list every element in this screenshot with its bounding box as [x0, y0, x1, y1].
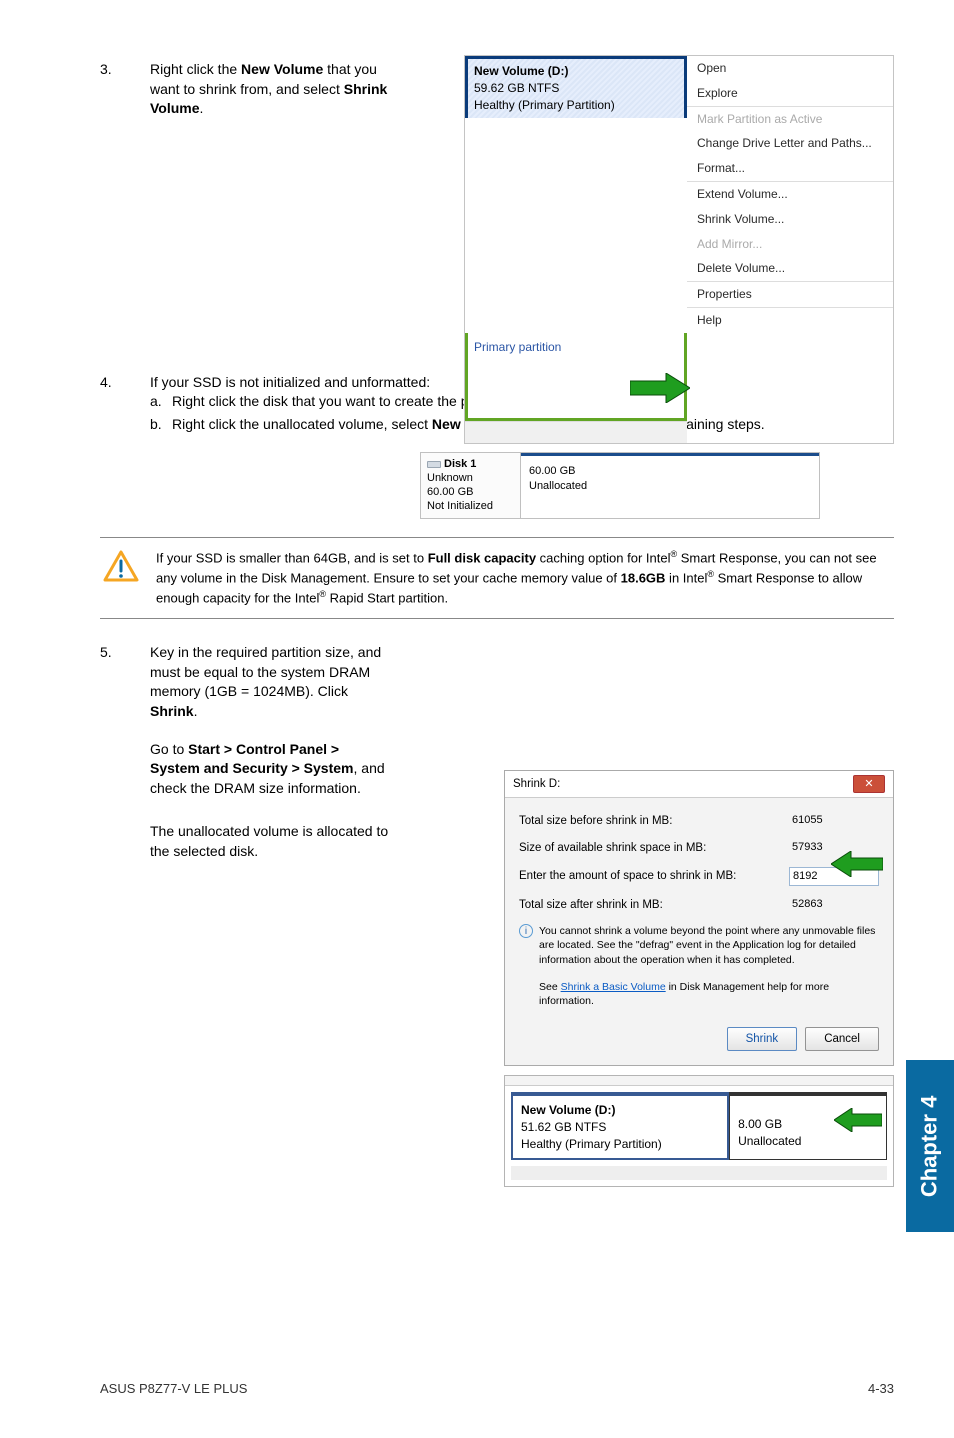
value-total-before: 61055 [789, 812, 879, 829]
menu-extend-volume[interactable]: Extend Volume... [687, 182, 893, 207]
volume-status: Healthy (Primary Partition) [474, 97, 678, 114]
text-bold: Shrink [150, 703, 194, 719]
volume-size: 51.62 GB NTFS [521, 1119, 719, 1136]
chapter-tab: Chapter 4 [906, 1060, 954, 1232]
volume-title: New Volume (D:) [474, 63, 678, 80]
text: . [194, 703, 198, 719]
step4a-letter: a. [150, 392, 172, 412]
text: Rapid Start partition. [326, 590, 448, 605]
unallocated-label: Unallocated [738, 1133, 878, 1150]
text: Go to [150, 741, 188, 757]
warning-text: If your SSD is smaller than 64GB, and is… [156, 548, 892, 609]
volume-title: New Volume (D:) [521, 1102, 719, 1119]
bottom-bar [511, 1166, 887, 1180]
text: . [200, 100, 204, 116]
menu-delete-volume[interactable]: Delete Volume... [687, 256, 893, 281]
bottom-bar [465, 421, 687, 443]
unallocated-tile[interactable]: 8.00 GB Unallocated [729, 1092, 887, 1160]
info-link-line: See Shrink a Basic Volume in Disk Manage… [539, 980, 879, 1009]
disk1-size: 60.00 GB [427, 485, 514, 499]
text: in Intel [665, 570, 707, 585]
disk1-vol-size: 60.00 GB [529, 464, 811, 479]
step5-p1: Key in the required partition size, and … [150, 643, 390, 721]
step5-number: 5. [100, 643, 150, 663]
menu-mark-active: Mark Partition as Active [687, 107, 893, 132]
screenshot-context-menu: New Volume (D:) 59.62 GB NTFS Healthy (P… [464, 55, 894, 444]
menu-explore[interactable]: Explore [687, 81, 893, 106]
context-menu: Open Explore Mark Partition as Active Ch… [687, 56, 893, 333]
text: See [539, 981, 561, 993]
text: Key in the required partition size, and … [150, 644, 381, 699]
text: Right click the unallocated volume, sele… [172, 416, 432, 432]
footer-model: ASUS P8Z77-V LE PLUS [100, 1380, 247, 1398]
close-button[interactable]: ✕ [853, 775, 885, 793]
volume-size: 59.62 GB NTFS [474, 80, 678, 97]
menu-add-mirror: Add Mirror... [687, 232, 893, 257]
text: If your SSD is smaller than 64GB, and is… [156, 550, 428, 565]
screenshot-result-volumes: New Volume (D:) 51.62 GB NTFS Healthy (P… [504, 1075, 894, 1187]
text: Right click the [150, 61, 241, 77]
arrow-right-icon [630, 373, 690, 403]
disk-icon [427, 458, 441, 470]
screenshot-disk1: Disk 1 Unknown 60.00 GB Not Initialized … [420, 452, 820, 519]
shrink-button[interactable]: Shrink [727, 1027, 798, 1051]
menu-change-drive-letter[interactable]: Change Drive Letter and Paths... [687, 131, 893, 156]
chapter-label: Chapter 4 [915, 1095, 946, 1196]
menu-properties[interactable]: Properties [687, 282, 893, 307]
label-shrink-amount: Enter the amount of space to shrink in M… [519, 868, 736, 884]
step4b-letter: b. [150, 415, 172, 435]
screenshot-shrink-dialog: Shrink D: ✕ Total size before shrink in … [504, 770, 894, 1066]
arrow-left-icon [834, 1108, 882, 1132]
arrow-left-icon [831, 851, 883, 877]
disk1-initialized: Not Initialized [427, 499, 514, 513]
step5-p2: Go to Start > Control Panel > System and… [150, 740, 390, 799]
registered-mark: ® [319, 589, 326, 599]
text-bold: Full disk capacity [428, 550, 536, 565]
disk1-vol-status: Unallocated [529, 479, 811, 494]
info-icon: i [519, 924, 533, 938]
warning-icon [103, 550, 139, 582]
step4-number: 4. [100, 373, 150, 393]
text: caching option for Intel [536, 550, 670, 565]
footer-page: 4-33 [868, 1380, 894, 1398]
menu-open[interactable]: Open [687, 56, 893, 81]
warning-note: If your SSD is smaller than 64GB, and is… [100, 537, 894, 620]
disk1-volume[interactable]: 60.00 GB Unallocated [521, 453, 819, 518]
cancel-button[interactable]: Cancel [805, 1027, 879, 1051]
volume-d-tile[interactable]: New Volume (D:) 51.62 GB NTFS Healthy (P… [511, 1092, 729, 1160]
volume-status: Healthy (Primary Partition) [521, 1136, 719, 1153]
label-available: Size of available shrink space in MB: [519, 840, 706, 856]
step3-text: Right click the New Volume that you want… [150, 60, 390, 119]
menu-shrink-volume[interactable]: Shrink Volume... [687, 207, 893, 232]
primary-partition-tile: Primary partition [465, 333, 687, 421]
volume-tile[interactable]: New Volume (D:) 59.62 GB NTFS Healthy (P… [465, 56, 687, 118]
disk1-state: Unknown [427, 471, 514, 485]
help-link[interactable]: Shrink a Basic Volume [561, 981, 666, 993]
value-total-after: 52863 [789, 896, 879, 913]
menu-format[interactable]: Format... [687, 156, 893, 181]
label-total-before: Total size before shrink in MB: [519, 813, 672, 829]
disk1-name: Disk 1 [444, 457, 476, 471]
step3-number: 3. [100, 60, 150, 80]
disk1-info: Disk 1 Unknown 60.00 GB Not Initialized [421, 453, 521, 518]
label-total-after: Total size after shrink in MB: [519, 897, 663, 913]
step5-p3: The unallocated volume is allocated to t… [150, 822, 390, 861]
info-text: You cannot shrink a volume beyond the po… [539, 924, 879, 968]
menu-help[interactable]: Help [687, 308, 893, 333]
text-bold: New Volume [241, 61, 323, 77]
dialog-title: Shrink D: [513, 776, 560, 792]
registered-mark: ® [707, 569, 714, 579]
text-bold: 18.6GB [621, 570, 666, 585]
primary-partition-label: Primary partition [474, 339, 678, 356]
